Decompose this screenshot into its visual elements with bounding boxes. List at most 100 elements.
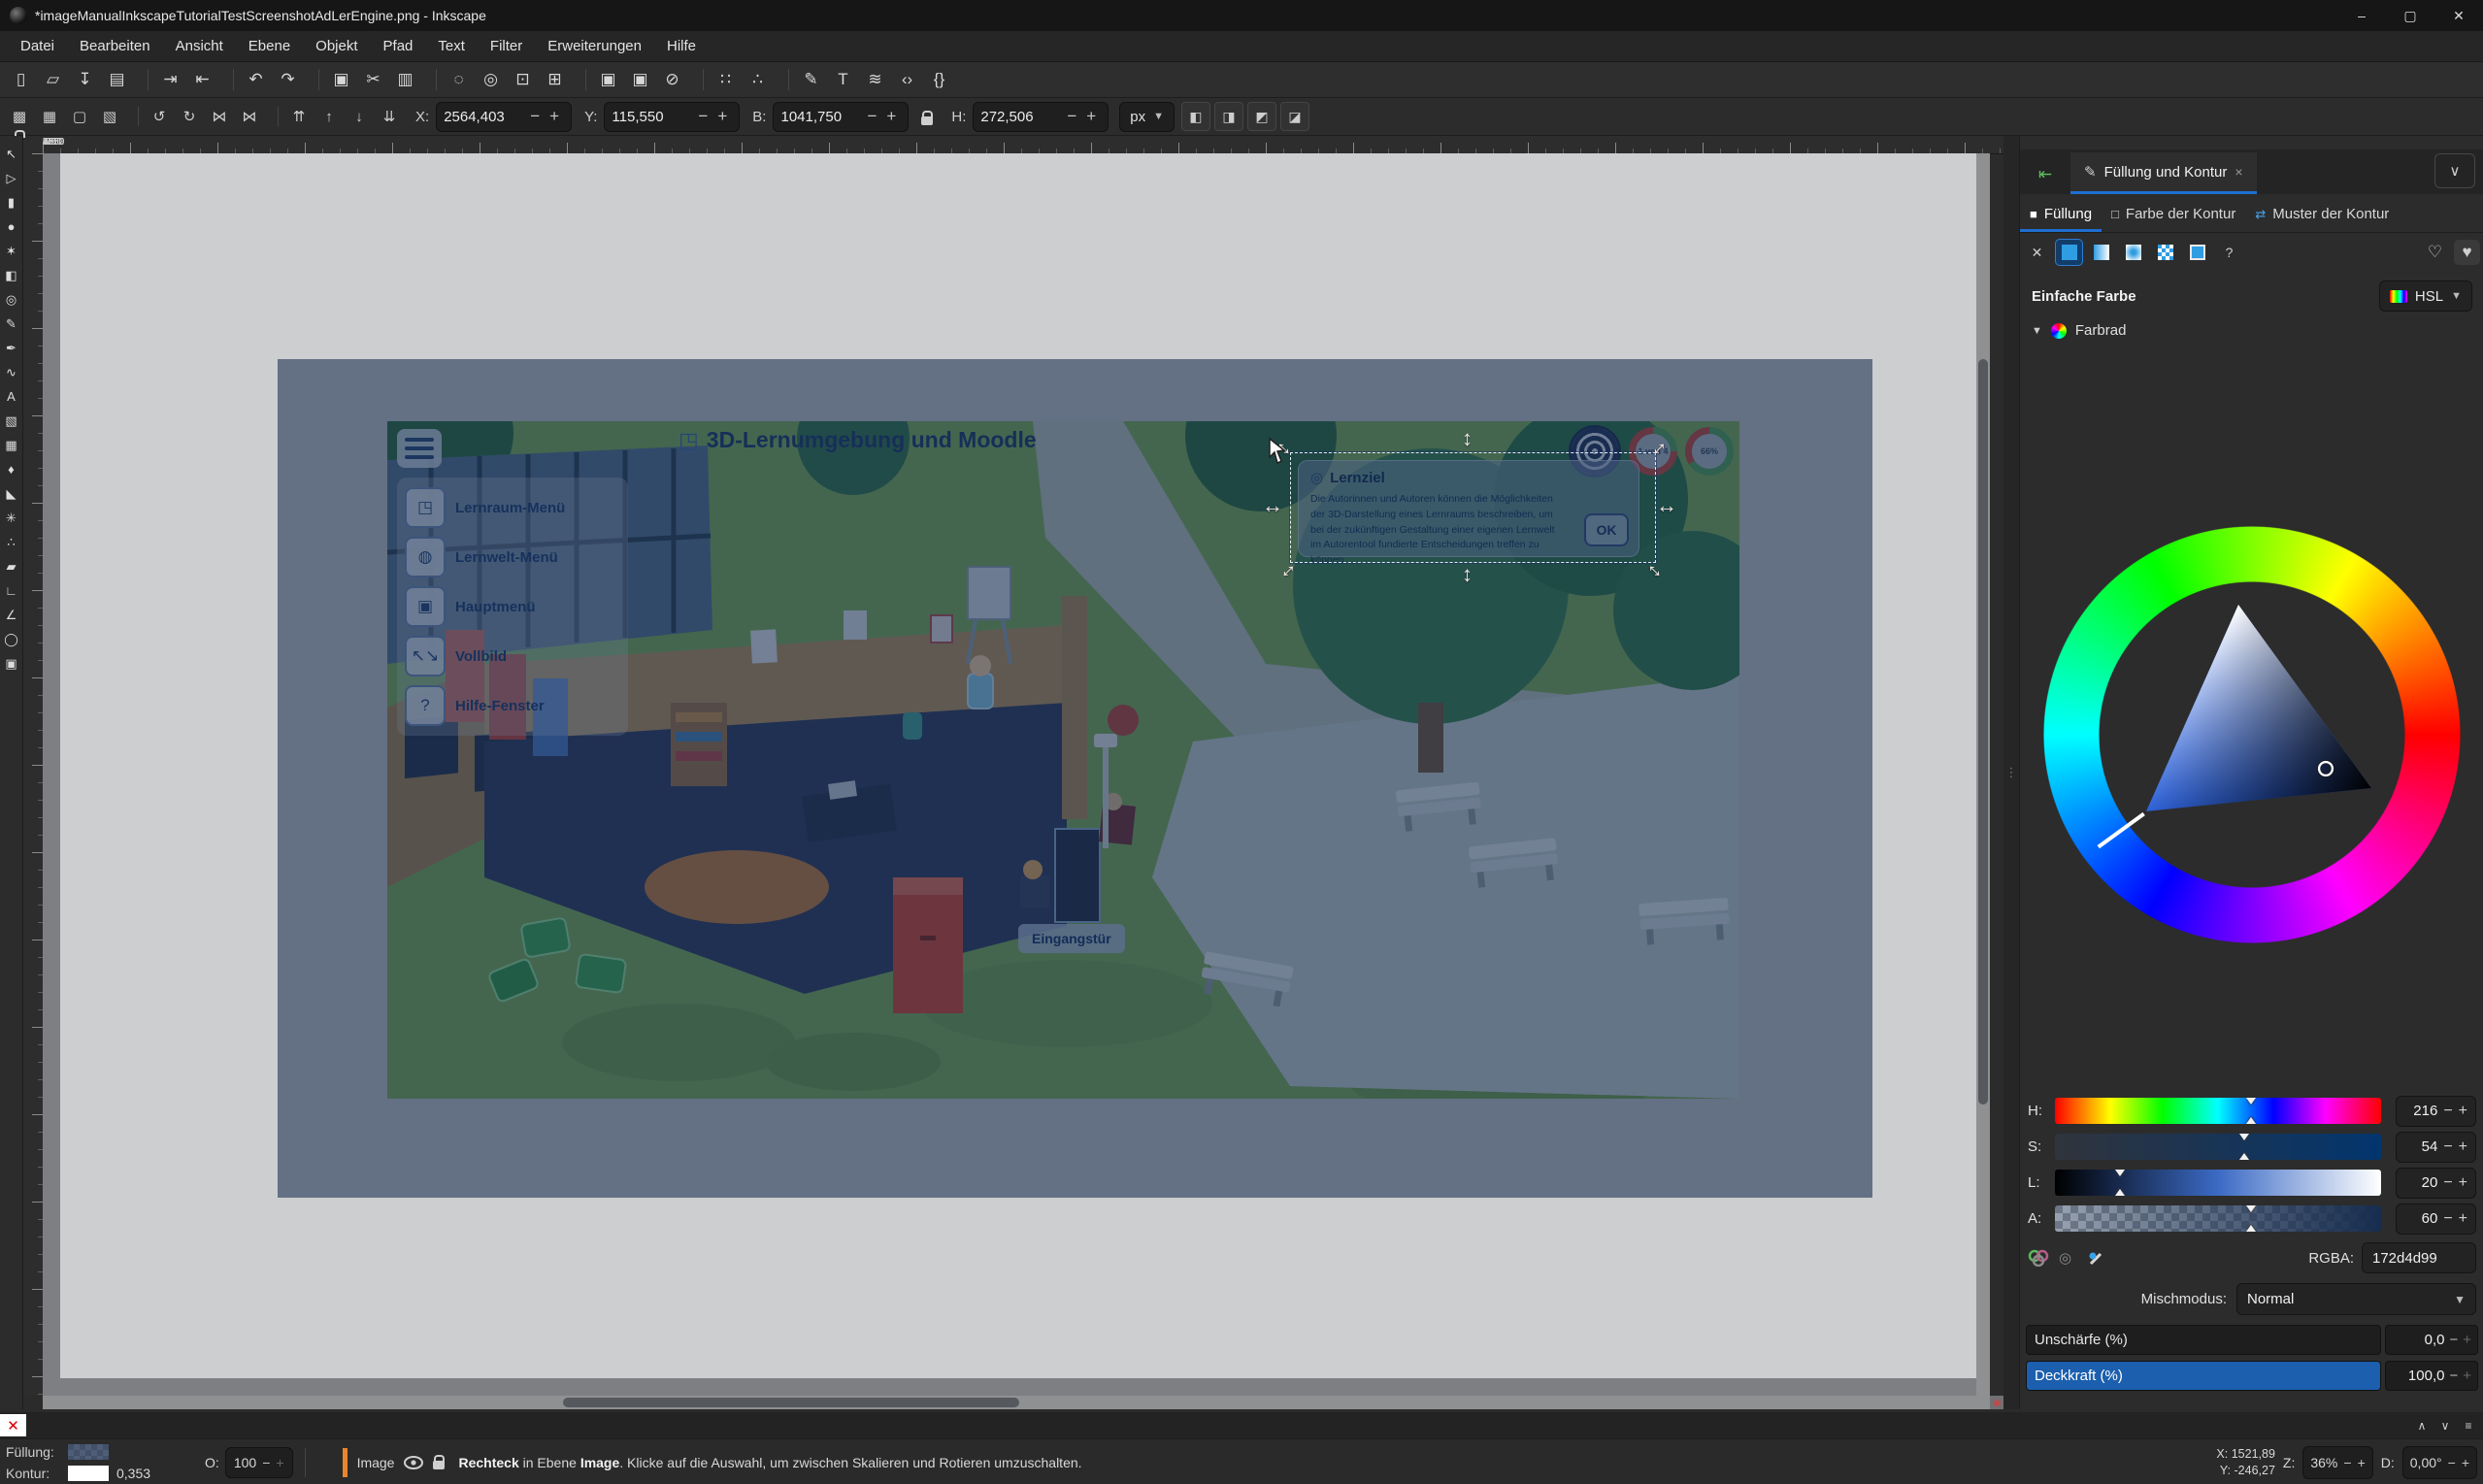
dock-menu-button[interactable]: ∨ — [2434, 153, 2475, 188]
menu-item[interactable]: Pfad — [371, 31, 426, 61]
palette-swatch[interactable] — [2254, 1414, 2280, 1436]
selection-handle-ne[interactable]: ↔ — [1646, 436, 1668, 457]
palette-swatch[interactable] — [1861, 1414, 1887, 1436]
palette-swatch[interactable] — [2202, 1414, 2228, 1436]
palette-swatch[interactable] — [1153, 1414, 1179, 1436]
y-decrement[interactable]: − — [693, 107, 712, 126]
palette-swatch[interactable] — [1546, 1414, 1573, 1436]
menu-item[interactable]: Bearbeiten — [67, 31, 163, 61]
layer-lock-icon[interactable] — [433, 1461, 445, 1469]
palette-swatch[interactable] — [419, 1414, 446, 1436]
palette-swatch[interactable] — [1206, 1414, 1232, 1436]
h-slider[interactable] — [2055, 1098, 2381, 1124]
menu-item[interactable]: Hilfe — [654, 31, 709, 61]
palette-swatch[interactable] — [2306, 1414, 2333, 1436]
palette-swatch[interactable] — [2175, 1414, 2202, 1436]
l-slider[interactable] — [2055, 1170, 2381, 1196]
linear-gradient-button[interactable] — [2088, 240, 2114, 265]
blur-slider[interactable]: Unschärfe (%) — [2026, 1325, 2381, 1355]
palette-swatch[interactable] — [1441, 1414, 1468, 1436]
minimize-button[interactable]: – — [2337, 0, 2386, 31]
palette-swatch[interactable] — [1651, 1414, 1677, 1436]
horizontal-ruler[interactable]: -750-500-2500250500750100012501500175020… — [43, 136, 2003, 154]
palette-swatch[interactable] — [708, 1414, 734, 1436]
width-decrement[interactable]: − — [862, 107, 881, 126]
vertical-scrollbar-thumb[interactable] — [1978, 359, 1988, 1105]
palette-swatch[interactable] — [472, 1414, 498, 1436]
palette-swatch[interactable] — [157, 1414, 183, 1436]
palette-swatch[interactable] — [262, 1414, 288, 1436]
width-increment[interactable]: + — [881, 107, 901, 126]
a-slider[interactable] — [2055, 1205, 2381, 1232]
fill-rule-evenodd-button[interactable]: ♡ — [2422, 240, 2448, 265]
horizontal-scrollbar[interactable] — [43, 1396, 1990, 1409]
palette-swatch[interactable] — [629, 1414, 655, 1436]
color-wheel[interactable] — [2043, 526, 2461, 943]
palette-swatch[interactable] — [2070, 1414, 2097, 1436]
zoom-field[interactable]: 36%−+ — [2302, 1446, 2372, 1479]
height-increment[interactable]: + — [1081, 107, 1101, 126]
opacity-slider[interactable]: Deckkraft (%) — [2026, 1361, 2381, 1391]
palette-swatch[interactable] — [1808, 1414, 1835, 1436]
palette-swatch[interactable] — [1468, 1414, 1494, 1436]
export-dialog-tab[interactable]: ⇤ — [2020, 155, 2070, 194]
x-field[interactable]: 2564,403−+ — [436, 102, 572, 132]
fill-rule-nonzero-button[interactable]: ♥ — [2454, 240, 2480, 265]
selection-handle-s[interactable]: ↕ — [1462, 564, 1473, 585]
horizontal-scrollbar-thumb[interactable] — [563, 1398, 1019, 1407]
tab-close-icon[interactable]: × — [2235, 164, 2242, 180]
menu-item[interactable]: Ansicht — [163, 31, 236, 61]
palette-swatch[interactable] — [1599, 1414, 1625, 1436]
palette-swatch[interactable] — [2044, 1414, 2070, 1436]
palette-swatch[interactable] — [996, 1414, 1022, 1436]
color-picker-icon[interactable] — [2087, 1248, 2106, 1268]
fill-color-indicator[interactable] — [68, 1444, 109, 1460]
palette-swatch[interactable] — [236, 1414, 262, 1436]
palette-swatch[interactable] — [970, 1414, 996, 1436]
palette-swatch[interactable] — [2333, 1414, 2359, 1436]
x-increment[interactable]: + — [545, 107, 564, 126]
palette-swatch[interactable] — [2280, 1414, 2306, 1436]
tab-muster-der-kontur[interactable]: ⇄Muster der Kontur — [2245, 206, 2399, 232]
menu-item[interactable]: Filter — [478, 31, 535, 61]
palette-swatch[interactable] — [1337, 1414, 1363, 1436]
palette-swatch[interactable] — [393, 1414, 419, 1436]
tab-farbe-der-kontur[interactable]: □Farbe der Kontur — [2102, 206, 2245, 232]
unknown-paint-button[interactable]: ? — [2216, 240, 2242, 265]
palette-swatch[interactable] — [865, 1414, 891, 1436]
palette-swatch[interactable] — [1677, 1414, 1704, 1436]
color-management-toggle[interactable]: ▣ — [1990, 1396, 2003, 1409]
palette-swatch[interactable] — [1389, 1414, 1415, 1436]
close-button[interactable]: ✕ — [2434, 0, 2483, 31]
blend-mode-select[interactable]: Normal▼ — [2236, 1283, 2476, 1315]
selection-marquee[interactable] — [1290, 452, 1656, 563]
palette-swatch[interactable] — [891, 1414, 917, 1436]
current-layer-name[interactable]: Image — [357, 1455, 395, 1470]
maximize-button[interactable]: ▢ — [2386, 0, 2434, 31]
unit-select[interactable]: px▼ — [1119, 102, 1175, 132]
radial-gradient-button[interactable] — [2120, 240, 2146, 265]
palette-swatch[interactable] — [210, 1414, 236, 1436]
palette-swatch[interactable] — [2123, 1414, 2149, 1436]
palette-swatch[interactable] — [341, 1414, 367, 1436]
palette-swatch[interactable] — [1704, 1414, 1730, 1436]
palette-swatch[interactable] — [367, 1414, 393, 1436]
palette-swatch[interactable] — [1913, 1414, 1939, 1436]
palette-swatch[interactable] — [734, 1414, 760, 1436]
palette-swatch[interactable] — [1939, 1414, 1966, 1436]
selection-handle-sw[interactable]: ↔ — [1275, 558, 1297, 579]
palette-swatch[interactable] — [812, 1414, 839, 1436]
menu-item[interactable]: Ebene — [236, 31, 303, 61]
height-decrement[interactable]: − — [1062, 107, 1081, 126]
palette-swatch[interactable] — [681, 1414, 708, 1436]
palette-swatch[interactable] — [1284, 1414, 1310, 1436]
palette-swatch[interactable] — [26, 1414, 52, 1436]
palette-swatch[interactable] — [52, 1414, 79, 1436]
palette-swatch[interactable] — [79, 1414, 105, 1436]
palette-swatch[interactable] — [2359, 1414, 2385, 1436]
palette-scroll-up-button[interactable]: ∧ — [2411, 1415, 2433, 1436]
selection-handle-se[interactable]: ↔ — [1646, 558, 1668, 579]
palette-swatch[interactable] — [2228, 1414, 2254, 1436]
object-opacity-field[interactable]: 100−+ — [225, 1447, 293, 1478]
palette-swatch[interactable] — [288, 1414, 315, 1436]
